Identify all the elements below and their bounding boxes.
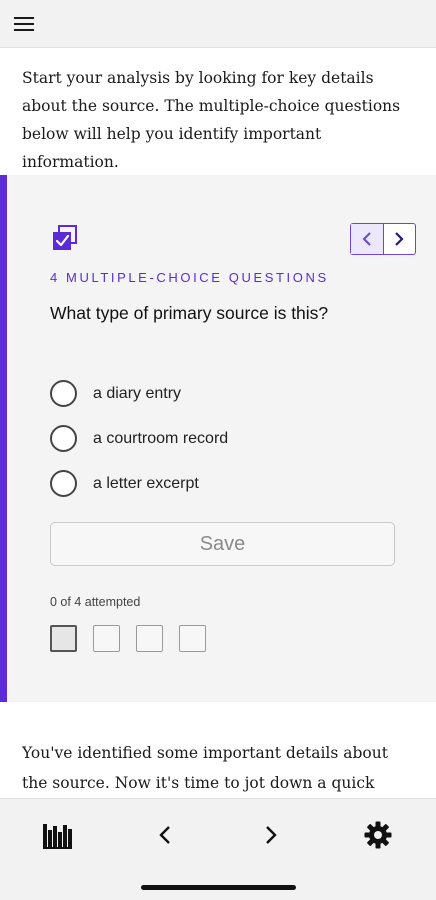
- radio-button[interactable]: [50, 380, 77, 407]
- intro-paragraph: Start your analysis by looking for key d…: [22, 69, 401, 171]
- answer-option-label: a courtroom record: [93, 429, 229, 447]
- library-icon[interactable]: [38, 819, 78, 851]
- answer-options: a diary entry a courtroom record a lette…: [50, 371, 228, 506]
- answer-option[interactable]: a courtroom record: [50, 416, 228, 461]
- previous-question-button[interactable]: [351, 224, 384, 254]
- radio-button[interactable]: [50, 425, 77, 452]
- chevron-left-icon: [362, 232, 371, 246]
- next-page-button[interactable]: [251, 819, 291, 851]
- bottom-nav-bar: [0, 798, 436, 900]
- summary-paragraph: You've identified some important details…: [22, 744, 388, 792]
- previous-page-button[interactable]: [145, 819, 185, 851]
- radio-button[interactable]: [50, 470, 77, 497]
- chevron-right-icon: [395, 232, 404, 246]
- answer-option[interactable]: a diary entry: [50, 371, 228, 416]
- save-button[interactable]: Save: [50, 522, 395, 566]
- chevron-left-icon: [159, 826, 170, 844]
- question-text: What type of primary source is this?: [50, 303, 329, 323]
- multiple-choice-card: 4 MULTIPLE-CHOICE QUESTIONS What type of…: [0, 175, 436, 702]
- question-count-kicker: 4 MULTIPLE-CHOICE QUESTIONS: [50, 270, 329, 285]
- attempted-status: 0 of 4 attempted: [50, 595, 141, 609]
- multiple-choice-checkbox-icon: [52, 225, 78, 251]
- answer-option-label: a diary entry: [93, 384, 182, 402]
- home-indicator[interactable]: [141, 885, 296, 890]
- card-accent-bar: [0, 175, 7, 702]
- question-progress: [50, 625, 206, 652]
- question-nav: [350, 223, 416, 255]
- chevron-right-icon: [266, 826, 277, 844]
- hamburger-menu-icon[interactable]: [14, 13, 42, 35]
- progress-box-question-4[interactable]: [179, 625, 206, 652]
- progress-box-question-1[interactable]: [50, 625, 77, 652]
- progress-box-question-3[interactable]: [136, 625, 163, 652]
- progress-box-question-2[interactable]: [93, 625, 120, 652]
- next-question-button[interactable]: [384, 224, 416, 254]
- answer-option-label: a letter excerpt: [93, 474, 199, 492]
- top-bar: [0, 0, 436, 48]
- answer-option[interactable]: a letter excerpt: [50, 461, 228, 506]
- settings-gear-icon[interactable]: [358, 819, 398, 851]
